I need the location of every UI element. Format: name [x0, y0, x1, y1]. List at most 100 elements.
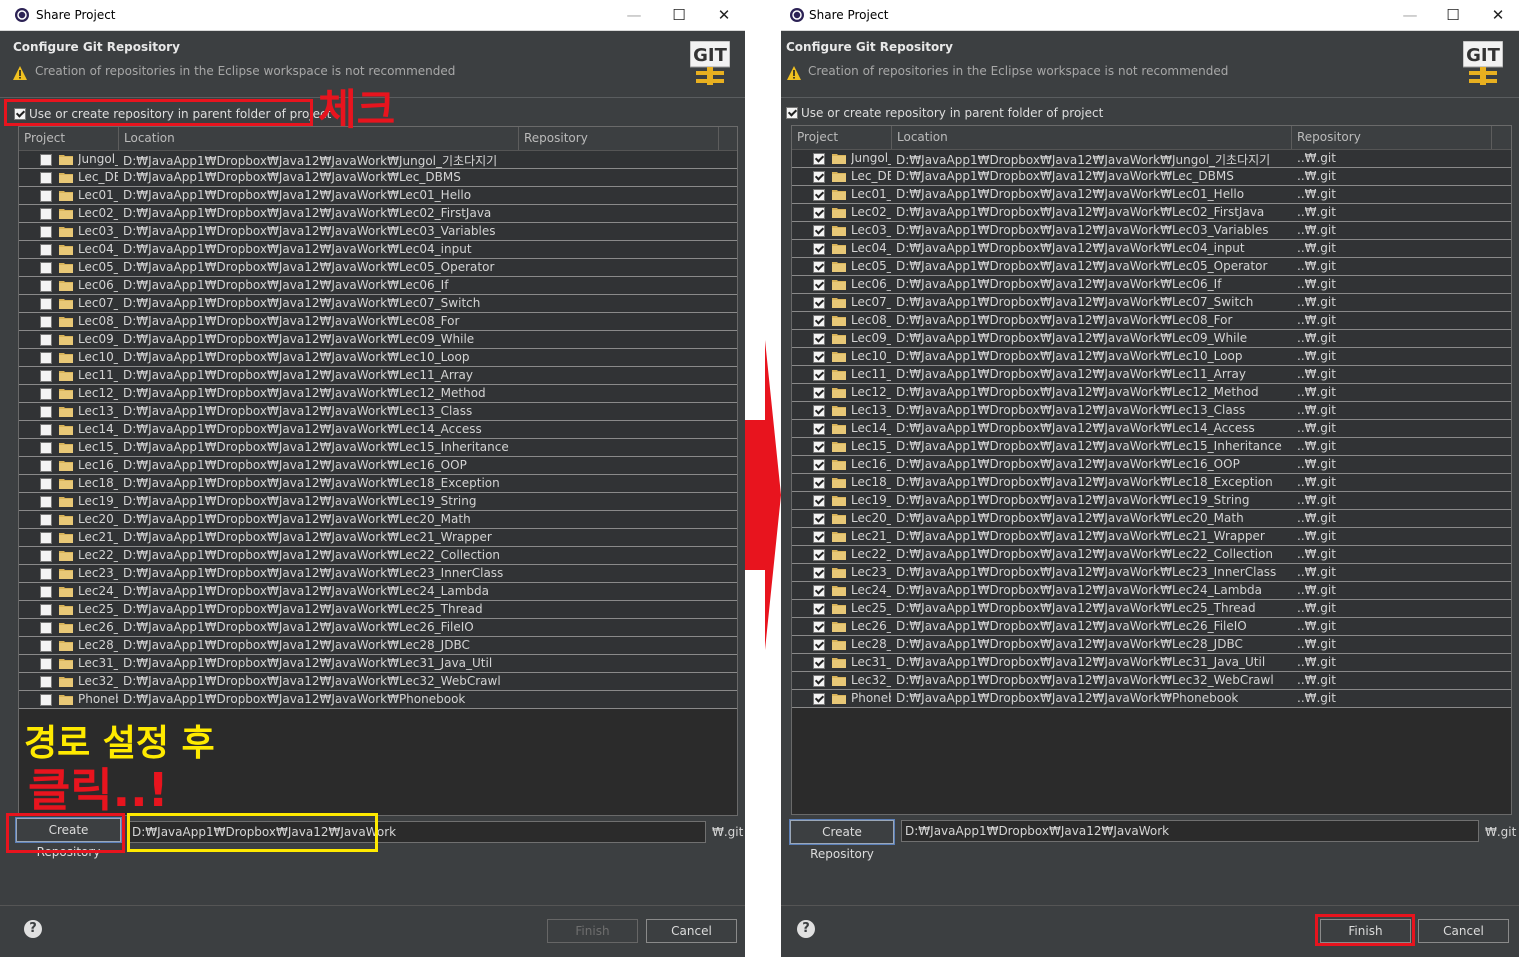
- table-row[interactable]: Lec20_M D:₩JavaApp1₩Dropbox₩Java12₩JavaWo…: [19, 511, 737, 529]
- minimize-icon[interactable]: —: [1393, 4, 1427, 26]
- table-row[interactable]: Lec21_V D:₩JavaApp1₩Dropbox₩Java12₩JavaWo…: [19, 529, 737, 547]
- row-checkbox[interactable]: [813, 279, 825, 291]
- row-checkbox[interactable]: [40, 172, 52, 184]
- row-checkbox[interactable]: [40, 388, 52, 400]
- row-checkbox[interactable]: [813, 549, 825, 561]
- table-row[interactable]: Lec06_I D:₩JavaApp1₩Dropbox₩Java12₩JavaWo…: [19, 277, 737, 295]
- table-row[interactable]: Lec32_V D:₩JavaApp1₩Dropbox₩Java12₩JavaWo…: [792, 672, 1511, 690]
- cancel-button[interactable]: Cancel: [1418, 919, 1509, 943]
- row-checkbox[interactable]: [40, 694, 52, 706]
- row-checkbox[interactable]: [40, 676, 52, 688]
- table-row[interactable]: Lec07_S D:₩JavaApp1₩Dropbox₩Java12₩JavaWo…: [792, 294, 1511, 312]
- column-project[interactable]: Project: [792, 126, 892, 149]
- table-row[interactable]: Lec31_J D:₩JavaApp1₩Dropbox₩Java12₩JavaWo…: [19, 655, 737, 673]
- table-row[interactable]: Lec32_V D:₩JavaApp1₩Dropbox₩Java12₩JavaWo…: [19, 673, 737, 691]
- row-checkbox[interactable]: [813, 423, 825, 435]
- table-row[interactable]: Lec04_i D:₩JavaApp1₩Dropbox₩Java12₩JavaWo…: [792, 240, 1511, 258]
- table-row[interactable]: Lec14_A D:₩JavaApp1₩Dropbox₩Java12₩JavaWo…: [19, 421, 737, 439]
- table-row[interactable]: Lec20_M D:₩JavaApp1₩Dropbox₩Java12₩JavaWo…: [792, 510, 1511, 528]
- row-checkbox[interactable]: [40, 550, 52, 562]
- table-row[interactable]: Jungol_ D:₩JavaApp1₩Dropbox₩Java12₩JavaWo…: [792, 150, 1511, 168]
- table-row[interactable]: Lec28_J D:₩JavaApp1₩Dropbox₩Java12₩JavaWo…: [792, 636, 1511, 654]
- column-repository[interactable]: Repository: [519, 127, 719, 150]
- table-row[interactable]: Lec16_C D:₩JavaApp1₩Dropbox₩Java12₩JavaWo…: [792, 456, 1511, 474]
- maximize-icon[interactable]: ☐: [662, 4, 696, 26]
- row-checkbox[interactable]: [813, 225, 825, 237]
- help-icon[interactable]: ?: [797, 920, 815, 938]
- table-row[interactable]: Lec11_A D:₩JavaApp1₩Dropbox₩Java12₩JavaWo…: [792, 366, 1511, 384]
- row-checkbox[interactable]: [40, 478, 52, 490]
- table-row[interactable]: Lec25_T D:₩JavaApp1₩Dropbox₩Java12₩JavaWo…: [792, 600, 1511, 618]
- row-checkbox[interactable]: [813, 333, 825, 345]
- table-row[interactable]: Lec16_C D:₩JavaApp1₩Dropbox₩Java12₩JavaWo…: [19, 457, 737, 475]
- row-checkbox[interactable]: [813, 297, 825, 309]
- table-row[interactable]: Lec03_V D:₩JavaApp1₩Dropbox₩Java12₩JavaWo…: [19, 223, 737, 241]
- row-checkbox[interactable]: [40, 406, 52, 418]
- row-checkbox[interactable]: [813, 585, 825, 597]
- row-checkbox[interactable]: [40, 352, 52, 364]
- table-row[interactable]: Lec28_J D:₩JavaApp1₩Dropbox₩Java12₩JavaWo…: [19, 637, 737, 655]
- cancel-button[interactable]: Cancel: [646, 919, 737, 943]
- row-checkbox[interactable]: [40, 658, 52, 670]
- row-checkbox[interactable]: [813, 171, 825, 183]
- table-row[interactable]: Lec19_S D:₩JavaApp1₩Dropbox₩Java12₩JavaWo…: [19, 493, 737, 511]
- row-checkbox[interactable]: [40, 514, 52, 526]
- table-row[interactable]: Lec03_V D:₩JavaApp1₩Dropbox₩Java12₩JavaWo…: [792, 222, 1511, 240]
- table-row[interactable]: Lec12_M D:₩JavaApp1₩Dropbox₩Java12₩JavaWo…: [19, 385, 737, 403]
- row-checkbox[interactable]: [813, 369, 825, 381]
- table-row[interactable]: Lec08_F D:₩JavaApp1₩Dropbox₩Java12₩JavaWo…: [19, 313, 737, 331]
- close-icon[interactable]: ✕: [1481, 4, 1515, 26]
- row-checkbox[interactable]: [813, 675, 825, 687]
- row-checkbox[interactable]: [813, 315, 825, 327]
- table-row[interactable]: Lec05_C D:₩JavaApp1₩Dropbox₩Java12₩JavaWo…: [792, 258, 1511, 276]
- table-row[interactable]: Lec26_F D:₩JavaApp1₩Dropbox₩Java12₩JavaWo…: [19, 619, 737, 637]
- row-checkbox[interactable]: [40, 424, 52, 436]
- use-parent-folder-option[interactable]: Use or create repository in parent folde…: [786, 102, 1103, 120]
- table-row[interactable]: Lec14_A D:₩JavaApp1₩Dropbox₩Java12₩JavaWo…: [792, 420, 1511, 438]
- row-checkbox[interactable]: [40, 496, 52, 508]
- finish-button[interactable]: Finish: [547, 919, 638, 943]
- row-checkbox[interactable]: [813, 207, 825, 219]
- table-row[interactable]: Lec07_S D:₩JavaApp1₩Dropbox₩Java12₩JavaWo…: [19, 295, 737, 313]
- row-checkbox[interactable]: [40, 280, 52, 292]
- table-row[interactable]: Lec02_F D:₩JavaApp1₩Dropbox₩Java12₩JavaWo…: [792, 204, 1511, 222]
- row-checkbox[interactable]: [813, 567, 825, 579]
- table-row[interactable]: Lec31_J D:₩JavaApp1₩Dropbox₩Java12₩JavaWo…: [792, 654, 1511, 672]
- row-checkbox[interactable]: [40, 568, 52, 580]
- table-row[interactable]: Lec13_C D:₩JavaApp1₩Dropbox₩Java12₩JavaWo…: [792, 402, 1511, 420]
- row-checkbox[interactable]: [40, 640, 52, 652]
- row-checkbox[interactable]: [813, 477, 825, 489]
- table-row[interactable]: Lec01_I D:₩JavaApp1₩Dropbox₩Java12₩JavaWo…: [792, 186, 1511, 204]
- table-row[interactable]: Lec21_V D:₩JavaApp1₩Dropbox₩Java12₩JavaWo…: [792, 528, 1511, 546]
- table-row[interactable]: Lec09_V D:₩JavaApp1₩Dropbox₩Java12₩JavaWo…: [19, 331, 737, 349]
- column-repository[interactable]: Repository: [1292, 126, 1492, 149]
- row-checkbox[interactable]: [40, 460, 52, 472]
- table-row[interactable]: Lec24_L D:₩JavaApp1₩Dropbox₩Java12₩JavaWo…: [792, 582, 1511, 600]
- table-row[interactable]: Lec02_F D:₩JavaApp1₩Dropbox₩Java12₩JavaWo…: [19, 205, 737, 223]
- column-project[interactable]: Project: [19, 127, 119, 150]
- column-location[interactable]: Location: [892, 126, 1292, 149]
- create-repository-button[interactable]: Create Repository: [789, 819, 895, 861]
- row-checkbox[interactable]: [40, 154, 52, 166]
- row-checkbox[interactable]: [813, 153, 825, 165]
- row-checkbox[interactable]: [40, 244, 52, 256]
- maximize-icon[interactable]: ☐: [1436, 4, 1470, 26]
- table-row[interactable]: Lec18_E D:₩JavaApp1₩Dropbox₩Java12₩JavaWo…: [792, 474, 1511, 492]
- row-checkbox[interactable]: [813, 603, 825, 615]
- repository-path-field[interactable]: D:₩JavaApp1₩Dropbox₩Java12₩JavaWork: [901, 820, 1479, 842]
- row-checkbox[interactable]: [40, 226, 52, 238]
- row-checkbox[interactable]: [40, 316, 52, 328]
- table-row[interactable]: Phoneb D:₩JavaApp1₩Dropbox₩Java12₩JavaWor…: [792, 690, 1511, 708]
- row-checkbox[interactable]: [813, 243, 825, 255]
- table-row[interactable]: Lec_DB D:₩JavaApp1₩Dropbox₩Java12₩JavaWor…: [792, 168, 1511, 186]
- row-checkbox[interactable]: [40, 604, 52, 616]
- row-checkbox[interactable]: [813, 189, 825, 201]
- table-row[interactable]: Lec_DB D:₩JavaApp1₩Dropbox₩Java12₩JavaWor…: [19, 169, 737, 187]
- use-parent-folder-checkbox[interactable]: [786, 106, 798, 119]
- row-checkbox[interactable]: [813, 693, 825, 705]
- table-row[interactable]: Lec13_C D:₩JavaApp1₩Dropbox₩Java12₩JavaWo…: [19, 403, 737, 421]
- table-row[interactable]: Lec05_C D:₩JavaApp1₩Dropbox₩Java12₩JavaWo…: [19, 259, 737, 277]
- table-row[interactable]: Phoneb D:₩JavaApp1₩Dropbox₩Java12₩JavaWor…: [19, 691, 737, 709]
- row-checkbox[interactable]: [40, 622, 52, 634]
- row-checkbox[interactable]: [813, 657, 825, 669]
